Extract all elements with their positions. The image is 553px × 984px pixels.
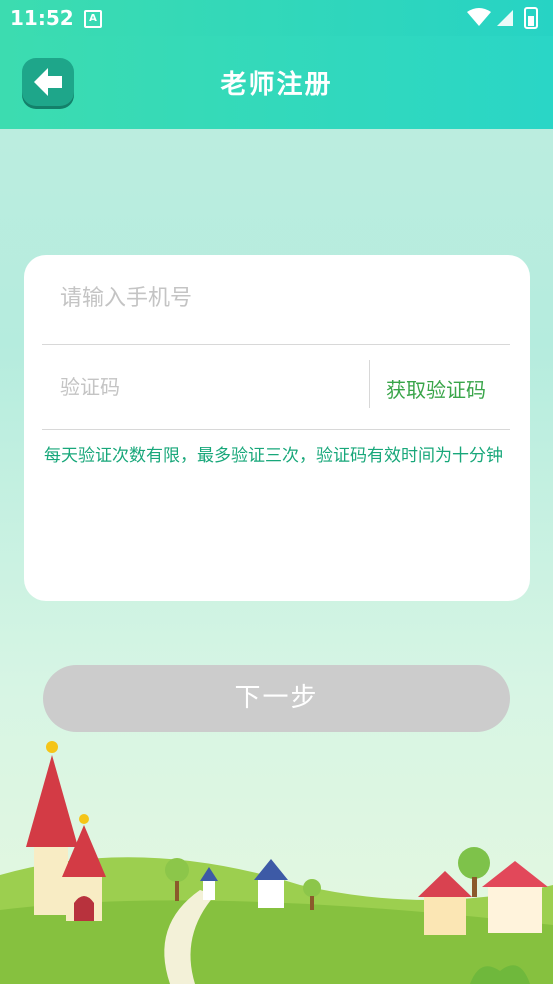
phone-row <box>42 255 510 345</box>
status-bar: 11:52 A <box>0 0 553 36</box>
page-title: 老师注册 <box>220 70 333 100</box>
phone-input[interactable] <box>58 285 462 312</box>
landscape-illustration <box>0 741 553 984</box>
system-icons <box>467 7 538 29</box>
notification-app-icon: A <box>84 10 102 28</box>
verification-note: 每天验证次数有限，最多验证三次，验证码有效时间为十分钟 <box>44 446 503 466</box>
code-row: 获取验证码 <box>42 344 510 430</box>
next-button[interactable]: 下一步 <box>43 665 510 732</box>
divider <box>369 360 370 408</box>
get-code-button[interactable]: 获取验证码 <box>386 374 486 403</box>
wifi-icon <box>467 8 491 26</box>
signal-icon <box>497 10 513 26</box>
status-time: 11:52 <box>10 6 74 30</box>
header-bar: 老师注册 <box>0 36 553 129</box>
code-input[interactable] <box>58 374 342 400</box>
form-card: 获取验证码 每天验证次数有限，最多验证三次，验证码有效时间为十分钟 <box>24 255 530 601</box>
